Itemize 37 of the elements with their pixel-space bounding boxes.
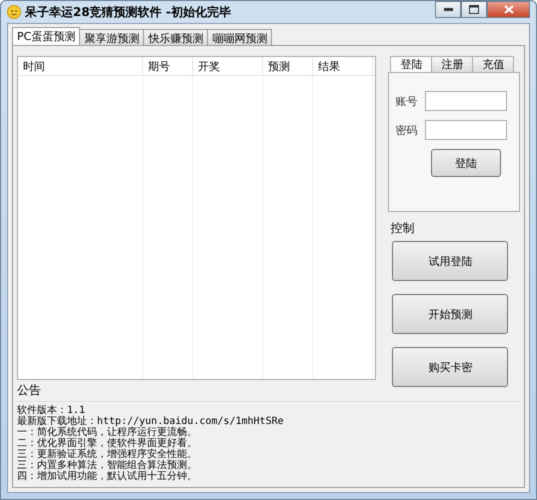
notice-text: 三：内置多种算法，智能组合算法预测。 xyxy=(17,460,198,471)
column-header[interactable]: 时间 xyxy=(18,57,143,75)
column-header[interactable]: 预测 xyxy=(263,57,313,75)
notice-text: 二：优化界面引擎，使软件界面更好看。 xyxy=(17,438,198,449)
action-button[interactable]: 试用登陆 xyxy=(392,241,508,281)
tab[interactable]: PC蛋蛋预测 xyxy=(12,27,80,45)
tab[interactable]: 充值 xyxy=(472,56,514,72)
smiley-icon xyxy=(7,5,21,19)
column-header[interactable]: 开奖 xyxy=(193,57,263,75)
login-button[interactable]: 登陆 xyxy=(431,149,501,177)
section-title: 控制 xyxy=(389,220,416,237)
notice-text: 软件版本：1.1 xyxy=(17,405,86,416)
tab[interactable]: 注册 xyxy=(431,56,474,72)
maximize-button[interactable] xyxy=(461,1,487,18)
minimize-button[interactable] xyxy=(435,1,461,18)
action-button[interactable]: 购买卡密 xyxy=(392,347,508,387)
column-header[interactable]: 期号 xyxy=(143,57,193,75)
minimize-icon xyxy=(444,8,452,11)
notice-text: 四：增加试用功能，默认试用十五分钟。 xyxy=(17,471,198,482)
notice-text: 三：更新验证系统，增强程序安全性能。 xyxy=(17,449,198,460)
notice-text: 最新版下载地址：http://yun.baidu.com/s/1mhHtSRe xyxy=(17,416,285,427)
close-button[interactable] xyxy=(487,1,530,18)
notice-text: 一：简化系统代码，让程序运行更流畅。 xyxy=(17,427,198,438)
input-field[interactable] xyxy=(425,120,508,140)
window-title: 呆子幸运28竞猜预测软件 -初始化完毕 xyxy=(25,4,232,20)
field-label: 账号 xyxy=(395,94,418,108)
section-title: 公告 xyxy=(17,380,520,402)
tab[interactable]: 登陆 xyxy=(390,56,432,72)
tab[interactable]: 聚享游预测 xyxy=(79,29,144,45)
close-icon xyxy=(504,5,514,14)
column-header[interactable]: 结果 xyxy=(313,57,373,75)
input-field[interactable] xyxy=(425,91,508,111)
tab[interactable]: 嘣嘣网预测 xyxy=(207,29,272,45)
action-button[interactable]: 开始预测 xyxy=(392,294,508,334)
field-label: 密码 xyxy=(395,122,418,138)
tab[interactable]: 快乐赚预测 xyxy=(143,29,208,45)
maximize-icon xyxy=(469,5,479,14)
